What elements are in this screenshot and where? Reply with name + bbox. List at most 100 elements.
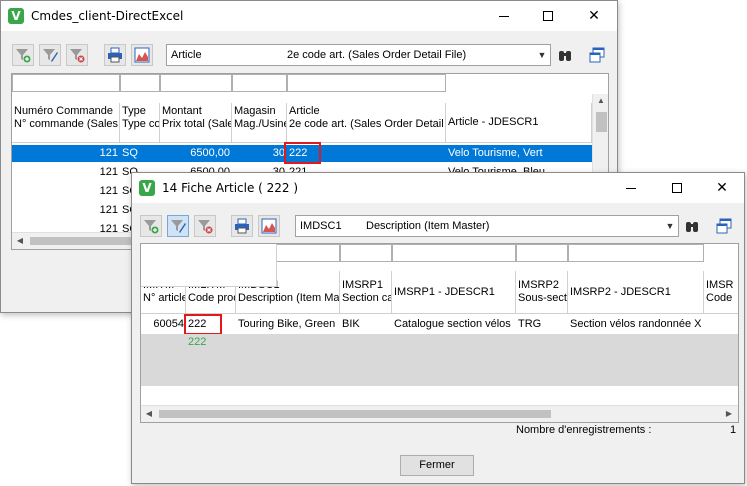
filter-cell[interactable] (568, 244, 704, 262)
windows-icon (589, 47, 605, 63)
header-line: Montant (162, 105, 202, 117)
chart-icon (261, 218, 277, 234)
chevron-down-icon[interactable]: ▼ (534, 45, 550, 65)
combo-description: Description (Item Master) (366, 220, 490, 232)
filter-cell[interactable] (160, 74, 232, 92)
minimize-button[interactable] (481, 1, 527, 31)
header-line: N° article (143, 292, 186, 304)
header-line: Mag./Usine (234, 118, 287, 130)
filter-remove-button[interactable] (194, 215, 216, 237)
close-dialog-button[interactable]: Fermer (400, 455, 474, 476)
record-count-value: 1 (730, 424, 737, 436)
column-selector-combo[interactable]: IMDSC1 Description (Item Master) ▼ (295, 215, 679, 237)
column-header[interactable]: Article 2e code art. (Sales Order Detail (287, 103, 446, 143)
print-icon (235, 218, 249, 234)
chart-button[interactable] (131, 44, 153, 66)
print-icon (108, 47, 122, 63)
table-cell: 121 (99, 185, 118, 197)
scrollbar-thumb[interactable] (596, 112, 607, 132)
filter-add-icon (16, 49, 31, 63)
table-cell: 121 (99, 204, 118, 216)
chevron-down-icon[interactable]: ▼ (662, 216, 678, 236)
column-header[interactable]: IMSRP1Section catalogue (340, 271, 392, 314)
windows-button[interactable] (713, 215, 735, 237)
column-header[interactable]: Article - JDESCR1 (446, 103, 592, 143)
table-cell: 6500,00 (190, 147, 230, 159)
filter-remove-icon (198, 220, 213, 234)
horizontal-scrollbar[interactable]: ◀ ▶ (141, 405, 738, 422)
header-line: Numéro Commande (14, 105, 114, 117)
table-cell: BIK (342, 318, 360, 330)
column-header[interactable]: Magasin Mag./Usine (232, 103, 287, 143)
maximize-button[interactable] (525, 1, 571, 31)
header-line: Article - JDESCR1 (448, 116, 539, 128)
binoculars-icon (559, 51, 571, 61)
header-line: Section catalogue (342, 292, 391, 304)
header-line: Prix total (Sales (162, 118, 232, 130)
windows-button[interactable] (586, 44, 608, 66)
table-cell: Catalogue section vélos (394, 318, 511, 330)
app-logo-icon: V (139, 180, 155, 196)
detail-window: V 14 Fiche Article ( 222 ) ✕ IMDSC1 Desc… (131, 172, 745, 484)
column-header[interactable]: IMSR Code (704, 271, 738, 314)
header-line: IMSR (706, 279, 734, 291)
column-header[interactable]: Type Type co (120, 103, 160, 143)
close-button[interactable]: ✕ (699, 173, 745, 203)
main-titlebar: V Cmdes_client-DirectExcel ✕ (1, 1, 617, 31)
filter-remove-icon (70, 49, 85, 63)
header-line: Type (122, 105, 146, 117)
header-line: Article (289, 105, 320, 117)
scroll-right-icon[interactable]: ▶ (721, 409, 737, 418)
filter-cell[interactable] (516, 244, 568, 262)
filter-edit-button[interactable] (39, 44, 61, 66)
maximize-button[interactable] (654, 173, 700, 203)
combo-field: IMDSC1 (300, 220, 342, 232)
column-header[interactable]: IMSRP1 - JDESCR1 (392, 271, 516, 314)
filter-add-button[interactable] (12, 44, 34, 66)
table-cell: 121 (99, 166, 118, 178)
filter-cell[interactable] (120, 74, 160, 92)
header-line: Magasin (234, 105, 276, 117)
column-header[interactable]: IMSRP2 - JDESCR1 (568, 271, 704, 314)
minimize-button[interactable] (608, 173, 654, 203)
filter-cell[interactable] (340, 244, 392, 262)
filter-cell[interactable] (287, 74, 446, 92)
detail-grid: IMITMN° article IMLITMCode produit IMDSC… (140, 243, 739, 423)
column-header[interactable]: IMSRP2Sous-section (516, 271, 568, 314)
search-button[interactable] (681, 215, 703, 237)
windows-icon (716, 218, 732, 234)
table-cell: TRG (518, 318, 542, 330)
table-cell: Section vélos randonnée X (570, 318, 702, 330)
close-button[interactable]: ✕ (571, 1, 617, 31)
detail-window-title: 14 Fiche Article ( 222 ) (162, 181, 299, 195)
table-cell: 60054 (153, 318, 184, 330)
header-line: N° commande (Sales Order (14, 118, 119, 130)
filter-remove-button[interactable] (66, 44, 88, 66)
search-button[interactable] (554, 44, 576, 66)
detail-titlebar: V 14 Fiche Article ( 222 ) ✕ (132, 173, 744, 203)
main-window-title: Cmdes_client-DirectExcel (31, 9, 184, 23)
chart-button[interactable] (258, 215, 280, 237)
filter-cell[interactable] (392, 244, 516, 262)
print-button[interactable] (231, 215, 253, 237)
filter-cell[interactable] (232, 74, 287, 92)
column-header[interactable] (141, 244, 277, 287)
column-header[interactable]: Montant Prix total (Sales (160, 103, 232, 143)
scroll-left-icon[interactable]: ◀ (12, 236, 28, 245)
table-cell: Velo Tourisme, Vert (448, 147, 543, 159)
column-selector-combo[interactable]: Article 2e code art. (Sales Order Detail… (166, 44, 551, 66)
column-header[interactable]: Numéro CommandeN° commande (Sales Order (12, 103, 120, 143)
new-row-hint: 222 (188, 336, 207, 348)
filter-cell[interactable] (12, 74, 120, 92)
filter-add-button[interactable] (140, 215, 162, 237)
print-button[interactable] (104, 44, 126, 66)
scrollbar-thumb[interactable] (159, 410, 551, 418)
filter-add-icon (144, 220, 159, 234)
scroll-left-icon[interactable]: ◀ (141, 409, 157, 418)
header-line: IMSRP1 - JDESCR1 (394, 286, 495, 298)
filter-edit-button[interactable] (167, 215, 189, 237)
scroll-up-icon[interactable]: ▲ (593, 96, 608, 105)
record-count-label: Nombre d'enregistrements : (516, 424, 652, 436)
filter-edit-icon (43, 49, 58, 62)
header-line: IMSRP1 (342, 279, 383, 291)
